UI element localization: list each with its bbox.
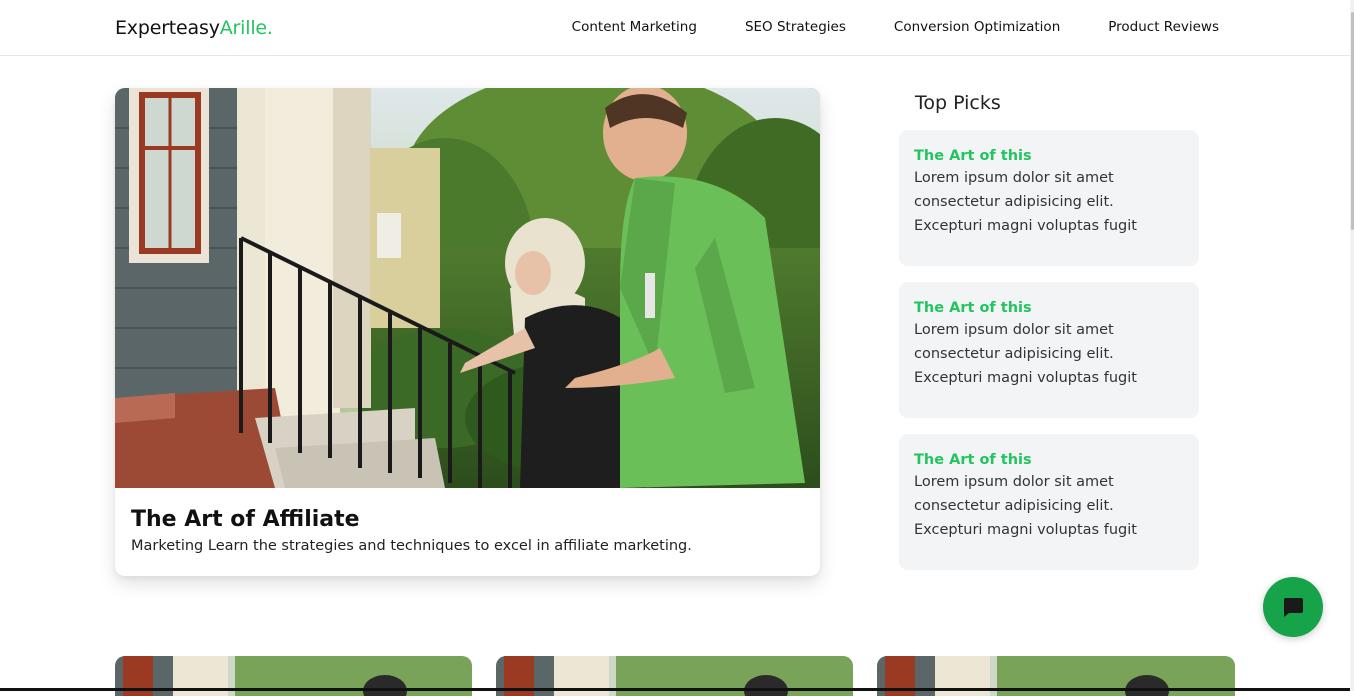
featured-article-description: Marketing Learn the strategies and techn… [131, 538, 692, 554]
top-pick-text: Lorem ipsum dolor sit amet consectetur a… [914, 170, 1137, 234]
nav-seo-strategies[interactable]: SEO Strategies [745, 19, 846, 35]
top-picks-heading: Top Picks [915, 92, 1001, 114]
top-pick-card[interactable]: The Art of this Lorem ipsum dolor sit am… [899, 282, 1199, 418]
page-scrollbar[interactable] [1350, 0, 1354, 691]
site-logo[interactable]: ExperteasyArille. [115, 17, 273, 39]
logo-accent-text: Arille. [219, 17, 273, 39]
site-header: ExperteasyArille. Content Marketing SEO … [0, 0, 1354, 56]
top-pick-text: Lorem ipsum dolor sit amet consectetur a… [914, 474, 1137, 538]
main-nav: Content Marketing SEO Strategies Convers… [572, 19, 1219, 35]
chat-bubble-icon [1283, 598, 1303, 617]
top-pick-title[interactable]: The Art of this [914, 300, 1183, 316]
featured-article-title[interactable]: The Art of Affiliate [131, 507, 804, 532]
top-pick-text: Lorem ipsum dolor sit amet consectetur a… [914, 322, 1137, 386]
top-pick-card[interactable]: The Art of this Lorem ipsum dolor sit am… [899, 434, 1199, 570]
featured-article-image [115, 88, 820, 488]
top-pick-title[interactable]: The Art of this [914, 452, 1183, 468]
top-pick-card[interactable]: The Art of this Lorem ipsum dolor sit am… [899, 130, 1199, 266]
featured-article-body: The Art of Affiliate Marketing Learn the… [115, 488, 820, 554]
chat-button[interactable] [1263, 577, 1323, 637]
nav-conversion-optimization[interactable]: Conversion Optimization [894, 19, 1060, 35]
nurse-helping-woman-photo [115, 88, 820, 488]
featured-article-card[interactable]: The Art of Affiliate Marketing Learn the… [115, 88, 820, 576]
top-pick-title[interactable]: The Art of this [914, 148, 1183, 164]
top-picks-sidebar: Top Picks The Art of this Lorem ipsum do… [899, 88, 1199, 570]
nav-product-reviews[interactable]: Product Reviews [1108, 19, 1219, 35]
nav-content-marketing[interactable]: Content Marketing [572, 19, 697, 35]
logo-main-text: Experteasy [115, 17, 220, 39]
